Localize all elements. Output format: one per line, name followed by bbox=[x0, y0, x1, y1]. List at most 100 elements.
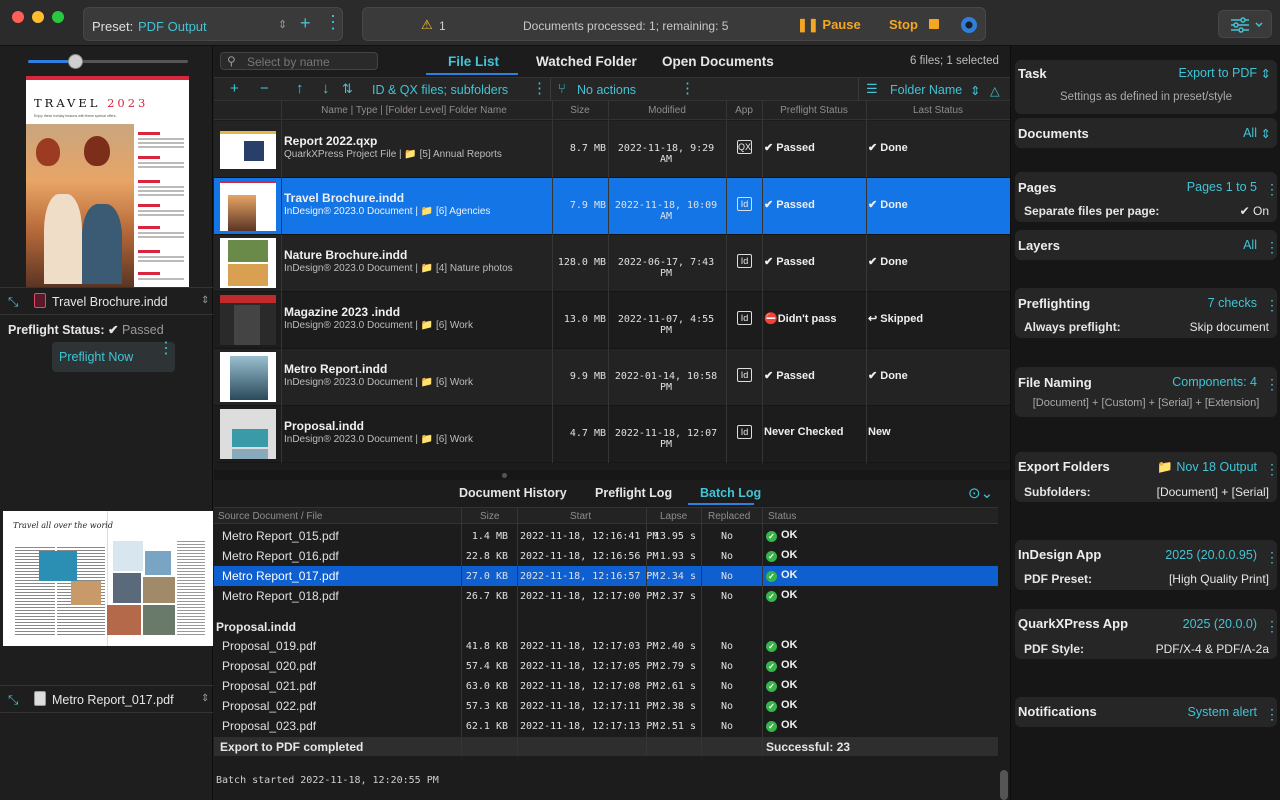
stop-icon[interactable] bbox=[929, 19, 939, 29]
more-options-icon[interactable]: ⋮ bbox=[1265, 240, 1279, 254]
close-window-button[interactable] bbox=[12, 11, 24, 23]
file-naming-value[interactable]: Components: 4 bbox=[1172, 375, 1257, 389]
more-options-icon[interactable]: ⋮ bbox=[1265, 298, 1279, 312]
table-row[interactable]: Metro Report.indd InDesign® 2023.0 Docum… bbox=[214, 349, 1010, 406]
move-down-icon[interactable]: ↓ bbox=[322, 80, 330, 97]
more-options-icon[interactable]: ⋮ bbox=[158, 341, 174, 357]
tab-preflight-log[interactable]: Preflight Log bbox=[595, 486, 672, 500]
preset-selector[interactable]: Preset: PDF Output ⇕ + ⋮ bbox=[83, 7, 343, 41]
file-naming-card[interactable]: File Naming Components: 4 ⋮ [Document] +… bbox=[1015, 367, 1279, 417]
warning-icon[interactable]: ⚠ bbox=[421, 17, 433, 33]
preset-value[interactable]: PDF Output bbox=[138, 19, 207, 34]
task-value[interactable]: Export to PDF bbox=[1179, 66, 1258, 80]
col-status[interactable]: Status bbox=[768, 511, 796, 522]
documents-card[interactable]: Documents All ⇕ bbox=[1015, 118, 1277, 148]
notifications-value[interactable]: System alert bbox=[1188, 705, 1257, 719]
preview-file-selector-1[interactable]: ⤡ Travel Brochure.indd ⇕ bbox=[0, 287, 213, 315]
table-row[interactable]: Magazine 2023 .indd InDesign® 2023.0 Doc… bbox=[214, 292, 1010, 349]
pages-value[interactable]: Pages 1 to 5 bbox=[1187, 180, 1257, 194]
col-preflight[interactable]: Preflight Status bbox=[762, 105, 866, 116]
layers-value[interactable]: All bbox=[1243, 238, 1257, 252]
col-size[interactable]: Size bbox=[480, 511, 499, 522]
pdf-style-value[interactable]: PDF/X-4 & PDF/A-2a bbox=[1156, 642, 1269, 656]
quarkxpress-app-value[interactable]: 2025 (20.0.0) bbox=[1183, 617, 1257, 631]
log-scrollbar[interactable] bbox=[1000, 770, 1008, 800]
table-row[interactable]: Report 2022.qxp QuarkXPress Project File… bbox=[214, 121, 1010, 178]
more-options-icon[interactable]: ⋮ bbox=[1265, 550, 1279, 564]
chevron-updown-icon[interactable]: ⇕ bbox=[970, 83, 980, 98]
remove-icon[interactable]: − bbox=[260, 80, 269, 97]
layers-card[interactable]: Layers All ⋮ bbox=[1015, 230, 1279, 260]
filter-selector[interactable]: ID & QX files; subfolders bbox=[372, 83, 508, 97]
col-app[interactable]: App bbox=[726, 105, 762, 116]
tab-batch-log[interactable]: Batch Log bbox=[700, 486, 761, 500]
add-preset-button[interactable]: + bbox=[300, 13, 311, 34]
sort-direction-icon[interactable]: △ bbox=[990, 83, 1000, 98]
indesign-app-card[interactable]: InDesign App 2025 (20.0.0.95) ⋮ PDF Pres… bbox=[1015, 540, 1279, 590]
pane-splitter[interactable] bbox=[214, 470, 1010, 480]
export-folders-card[interactable]: Export Folders 📁 Nov 18 Output ⋮ Subfold… bbox=[1015, 452, 1279, 502]
chevron-updown-icon[interactable]: ⇕ bbox=[278, 18, 287, 31]
more-options-icon[interactable]: ⋮ bbox=[1265, 707, 1279, 721]
chevron-updown-icon[interactable]: ⇕ bbox=[201, 295, 209, 306]
preflighting-value[interactable]: 7 checks bbox=[1208, 296, 1257, 310]
task-card[interactable]: Task Export to PDF ⇕ Settings as defined… bbox=[1015, 60, 1277, 114]
more-options-icon[interactable]: ⋮ bbox=[1265, 377, 1279, 391]
tab-file-list[interactable]: File List bbox=[448, 54, 499, 69]
move-up-icon[interactable]: ↑ bbox=[296, 80, 304, 97]
col-modified[interactable]: Modified bbox=[608, 105, 726, 116]
add-icon[interactable]: + bbox=[230, 80, 239, 97]
tab-watched-folder[interactable]: Watched Folder bbox=[536, 54, 637, 69]
log-row[interactable]: Metro Report_015.pdf 1.4 MB 2022-11-18, … bbox=[214, 526, 998, 546]
sort-selector[interactable]: Folder Name bbox=[890, 83, 962, 97]
col-name[interactable]: Name | Type | [Folder Level] Folder Name bbox=[282, 105, 546, 116]
chevron-updown-icon[interactable]: ⇕ bbox=[1261, 66, 1271, 81]
tab-open-documents[interactable]: Open Documents bbox=[662, 54, 774, 69]
col-size[interactable]: Size bbox=[552, 105, 608, 116]
table-row[interactable]: Travel Brochure.indd InDesign® 2023.0 Do… bbox=[214, 178, 1010, 235]
preflight-now-button[interactable]: Preflight Now ⋮ bbox=[52, 341, 175, 372]
pages-card[interactable]: Pages Pages 1 to 5 ⋮ Separate files per … bbox=[1015, 172, 1279, 222]
more-options-icon[interactable]: ⋮ bbox=[1265, 462, 1279, 476]
splitter-handle-icon[interactable] bbox=[502, 473, 507, 478]
documents-value[interactable]: All bbox=[1243, 126, 1257, 140]
actions-more-icon[interactable]: ⋮ bbox=[680, 79, 695, 97]
log-row[interactable]: Metro Report_016.pdf 22.8 KB 2022-11-18,… bbox=[214, 546, 998, 566]
table-row[interactable]: Proposal.indd InDesign® 2023.0 Document … bbox=[214, 406, 1010, 463]
log-row[interactable]: Proposal_020.pdf 57.4 KB 2022-11-18, 12:… bbox=[214, 656, 998, 676]
slider-knob[interactable] bbox=[68, 54, 83, 69]
log-group-header[interactable]: Proposal.indd bbox=[216, 620, 296, 634]
actions-selector[interactable]: No actions bbox=[577, 83, 636, 97]
preflighting-card[interactable]: Preflighting 7 checks ⋮ Always preflight… bbox=[1015, 288, 1279, 338]
preset-more-icon[interactable]: ⋮ bbox=[324, 13, 342, 31]
preflighting-option-value[interactable]: Skip document bbox=[1190, 320, 1269, 334]
col-source[interactable]: Source Document / File bbox=[218, 511, 323, 522]
more-options-icon[interactable]: ⋮ bbox=[1265, 182, 1279, 196]
chevron-updown-icon[interactable]: ⇕ bbox=[1261, 126, 1271, 141]
log-row[interactable]: Proposal_019.pdf 41.8 KB 2022-11-18, 12:… bbox=[214, 636, 998, 656]
table-row[interactable]: Nature Brochure.indd InDesign® 2023.0 Do… bbox=[214, 235, 1010, 292]
log-row[interactable]: Proposal_021.pdf 63.0 KB 2022-11-18, 12:… bbox=[214, 676, 998, 696]
indesign-app-value[interactable]: 2025 (20.0.0.95) bbox=[1165, 548, 1257, 562]
reveal-arrows-icon[interactable]: ⤡ bbox=[8, 692, 18, 708]
reveal-arrows-icon[interactable]: ⤡ bbox=[8, 294, 18, 310]
log-row[interactable]: Proposal_022.pdf 57.3 KB 2022-11-18, 12:… bbox=[214, 696, 998, 716]
chevron-updown-icon[interactable]: ⇕ bbox=[201, 693, 209, 704]
log-row[interactable]: Metro Report_018.pdf 26.7 KB 2022-11-18,… bbox=[214, 586, 998, 606]
stop-button[interactable]: Stop bbox=[889, 17, 918, 32]
filter-more-icon[interactable]: ⋮ bbox=[532, 79, 547, 97]
tab-document-history[interactable]: Document History bbox=[459, 486, 567, 500]
log-more-options-icon[interactable]: ⊙⌄ bbox=[968, 484, 993, 502]
col-lapse[interactable]: Lapse bbox=[660, 511, 687, 522]
notifications-card[interactable]: Notifications System alert ⋮ bbox=[1015, 697, 1279, 727]
zoom-window-button[interactable] bbox=[52, 11, 64, 23]
settings-menu-button[interactable] bbox=[1218, 10, 1272, 38]
quarkxpress-app-card[interactable]: QuarkXPress App 2025 (20.0.0) ⋮ PDF Styl… bbox=[1015, 609, 1279, 659]
col-start[interactable]: Start bbox=[570, 511, 591, 522]
pause-button[interactable]: ❚❚ Pause bbox=[797, 17, 861, 33]
subfolders-value[interactable]: [Document] + [Serial] bbox=[1157, 485, 1269, 499]
log-row[interactable]: Metro Report_017.pdf 27.0 KB 2022-11-18,… bbox=[214, 566, 998, 586]
log-row[interactable]: Proposal_023.pdf 62.1 KB 2022-11-18, 12:… bbox=[214, 716, 998, 736]
more-options-icon[interactable]: ⋮ bbox=[1265, 619, 1279, 633]
col-last-status[interactable]: Last Status bbox=[866, 105, 1010, 116]
